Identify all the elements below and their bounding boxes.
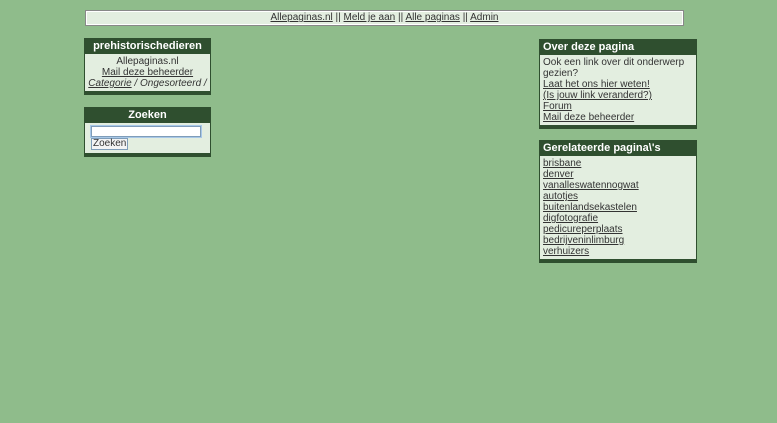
related-pages-title: Gerelateerde pagina\'s — [540, 140, 696, 156]
related-pages-list: brisbane denver vanalleswatennogwat auto… — [540, 156, 696, 259]
page-info-title: prehistorischedieren — [85, 38, 210, 54]
box-footer — [85, 153, 210, 157]
nav-link-admin[interactable]: Admin — [470, 12, 498, 23]
nav-separator: || — [398, 12, 404, 23]
mail-admin-link[interactable]: Mail deze beheerder — [102, 67, 193, 78]
nav-separator: || — [462, 12, 468, 23]
category-separator: / — [131, 78, 140, 89]
about-page-title: Over deze pagina — [540, 39, 696, 55]
category-value: Ongesorteerd — [139, 78, 202, 89]
search-box: Zoeken Zoeken — [84, 107, 211, 157]
about-intro: Ook een link over dit onderwerp gezien? — [543, 57, 685, 79]
related-link[interactable]: pedicureperplaats — [543, 224, 623, 235]
search-title: Zoeken — [85, 107, 210, 123]
related-pages-box: Gerelateerde pagina\'s brisbane denver v… — [539, 140, 697, 263]
site-name: Allepaginas.nl — [116, 56, 179, 67]
about-page-body: Ook een link over dit onderwerp gezien? … — [540, 55, 696, 125]
related-link[interactable]: verhuizers — [543, 246, 589, 257]
related-link[interactable]: bedrijveninlimburg — [543, 235, 624, 246]
related-link[interactable]: autotjes — [543, 191, 578, 202]
category-trail: / — [201, 78, 207, 89]
related-link[interactable]: digfotografie — [543, 213, 598, 224]
related-link[interactable]: denver — [543, 169, 574, 180]
category-link[interactable]: Categorie — [88, 78, 131, 89]
page-info-box: prehistorischedieren Allepaginas.nl Mail… — [84, 38, 211, 95]
box-footer — [540, 259, 696, 263]
nav-separator: || — [335, 12, 341, 23]
nav-link-meld-je-aan[interactable]: Meld je aan — [344, 12, 396, 23]
top-navigation-bar: Allepaginas.nl || Meld je aan || Alle pa… — [85, 10, 684, 26]
search-input[interactable] — [91, 126, 201, 137]
mail-admin-link[interactable]: Mail deze beheerder — [543, 112, 634, 123]
search-button[interactable]: Zoeken — [91, 138, 129, 150]
nav-link-alle-paginas[interactable]: Alle paginas — [405, 12, 459, 23]
related-link[interactable]: vanalleswatennogwat — [543, 180, 639, 191]
link-changed-link[interactable]: (Is jouw link veranderd?) — [543, 90, 652, 101]
search-body: Zoeken — [85, 126, 210, 153]
related-link[interactable]: brisbane — [543, 158, 581, 169]
nav-link-allepaginas[interactable]: Allepaginas.nl — [270, 12, 332, 23]
page-info-body: Allepaginas.nl Mail deze beheerder Categ… — [85, 54, 210, 91]
about-page-box: Over deze pagina Ook een link over dit o… — [539, 39, 697, 129]
category-breadcrumb: Categorie / Ongesorteerd / — [88, 78, 207, 89]
box-footer — [85, 91, 210, 95]
box-footer — [540, 125, 696, 129]
forum-link[interactable]: Forum — [543, 101, 572, 112]
report-link[interactable]: Laat het ons hier weten! — [543, 79, 650, 90]
related-link[interactable]: buitenlandsekastelen — [543, 202, 637, 213]
